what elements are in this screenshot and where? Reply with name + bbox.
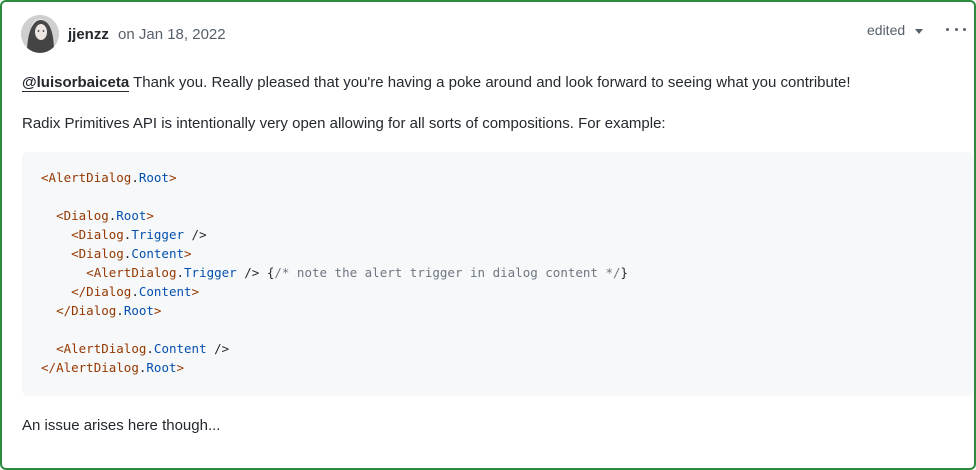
comment-paragraph-1: @luisorbaiceta Thank you. Really pleased… — [22, 73, 851, 93]
author-avatar[interactable] — [21, 15, 59, 53]
caret-down-icon — [915, 29, 924, 34]
code-line: <Dialog.Root> — [56, 208, 154, 223]
code-line: <Dialog.Trigger /> — [71, 227, 207, 242]
edited-label: edited — [867, 22, 906, 38]
code-line: </Dialog.Root> — [56, 303, 162, 318]
code-line: <AlertDialog.Root> — [41, 170, 177, 185]
comment-paragraph-2: Radix Primitives API is intentionally ve… — [22, 115, 666, 132]
avatar-image — [21, 15, 59, 53]
author-name[interactable]: jjenzz — [68, 26, 109, 43]
code-line: <Dialog.Content> — [71, 246, 192, 261]
edited-dropdown[interactable]: edited — [867, 22, 924, 38]
kebab-horizontal-icon[interactable] — [946, 21, 966, 37]
code-line: <AlertDialog.Content /> — [56, 341, 230, 356]
code-block: <AlertDialog.Root> <Dialog.Root> <Dialog… — [22, 152, 974, 396]
code-line: </AlertDialog.Root> — [41, 360, 185, 375]
code-line: </Dialog.Content> — [71, 284, 200, 299]
comment-timestamp[interactable]: on Jan 18, 2022 — [118, 26, 226, 43]
comment-header: jjenzz on Jan 18, 2022 edited — [2, 2, 974, 64]
comment-paragraph-3: An issue arises here though... — [22, 417, 221, 434]
comment-container: jjenzz on Jan 18, 2022 edited @luisorbai… — [0, 0, 976, 470]
code-line: <AlertDialog.Trigger /> {/* note the ale… — [86, 265, 629, 280]
user-mention-link[interactable]: @luisorbaiceta — [22, 74, 130, 92]
paragraph-1-text: Thank you. Really pleased that you're ha… — [129, 74, 851, 91]
